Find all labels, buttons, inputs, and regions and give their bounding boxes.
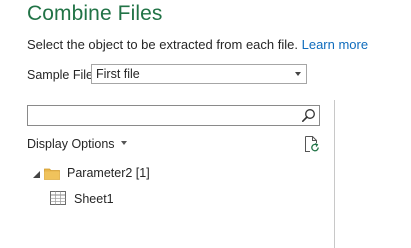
chevron-down-icon [295,72,301,76]
refresh-icon[interactable] [303,135,320,153]
search-input[interactable] [27,105,320,126]
expand-arrow-icon[interactable] [33,171,40,178]
pane-divider [334,100,335,248]
dialog-title: Combine Files [27,2,163,25]
caret-down-icon [120,140,127,145]
tree-item-sheet1[interactable]: Sheet1 [74,192,114,206]
instruction-label: Select the object to be extracted from e… [27,37,298,52]
display-options-label: Display Options [27,137,115,151]
folder-icon [44,168,60,180]
search-icon[interactable] [301,108,316,123]
tree-folder-item[interactable]: Parameter2 [1] [67,166,150,180]
sample-file-dropdown[interactable]: First file [91,64,307,84]
sample-file-label: Sample File: [27,68,97,82]
sample-file-value: First file [96,67,140,81]
instruction-text: Select the object to be extracted from e… [27,37,368,52]
display-options-button[interactable]: Display Options [27,137,127,151]
learn-more-link[interactable]: Learn more [302,37,368,52]
sheet-icon [50,191,66,205]
